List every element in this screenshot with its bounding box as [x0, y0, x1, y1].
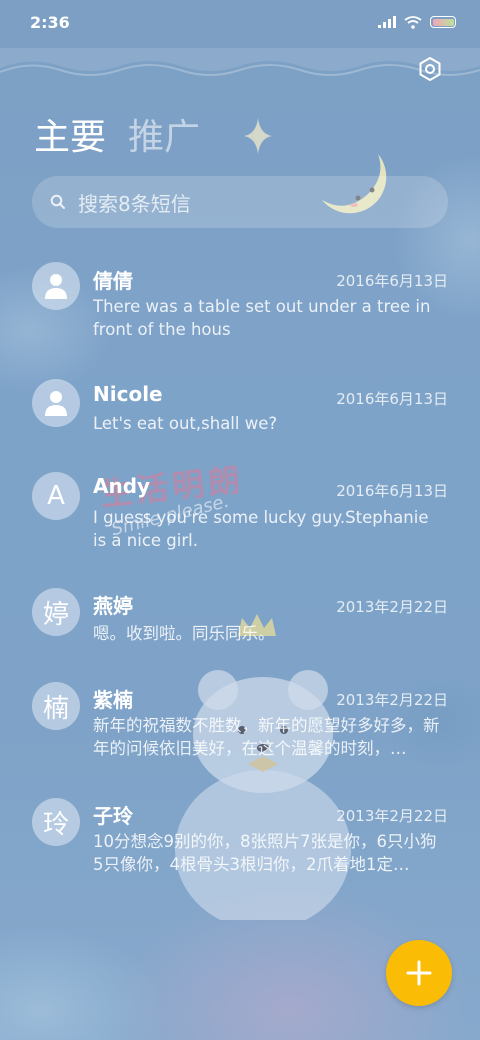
message-preview: 10分想念9别的你，8张照片7张是你，6只小狗5只像你，4根骨头3根归你，2爪着… — [93, 832, 437, 874]
tab-promotions[interactable]: 推广 — [128, 108, 200, 160]
conversation-item[interactable]: 楠 紫楠 2013年2月22日 新年的祝福数不胜数，新年的愿望好多好多，新年的问… — [0, 680, 480, 780]
message-date: 2016年6月13日 — [336, 272, 448, 290]
avatar: 玲 — [32, 798, 80, 846]
message-date: 2016年6月13日 — [336, 482, 448, 500]
search-icon — [50, 194, 65, 209]
message-preview: 新年的祝福数不胜数，新年的愿望好多好多，新年的问候依旧美好，在这个温馨的时刻，… — [93, 716, 440, 758]
tab-bar: 主要 推广 — [34, 108, 200, 160]
avatar: 楠 — [32, 682, 80, 730]
battery-level — [432, 18, 454, 26]
contact-name: 紫楠 — [93, 688, 133, 712]
conversation-item[interactable]: 玲 子玲 2013年2月22日 10分想念9别的你，8张照片7张是你，6只小狗5… — [0, 796, 480, 896]
new-message-button[interactable] — [386, 940, 452, 1006]
wave-decoration — [0, 48, 480, 76]
person-icon — [45, 274, 67, 299]
contact-name: 燕婷 — [93, 594, 133, 618]
search-placeholder: 搜索8条短信 — [78, 191, 191, 216]
contact-name: 倩倩 — [93, 269, 133, 293]
message-preview: 嗯。收到啦。同乐同乐。 — [93, 624, 275, 643]
message-date: 2013年2月22日 — [336, 691, 448, 709]
message-preview: Let's eat out,shall we? — [93, 414, 278, 433]
gear-icon[interactable] — [416, 55, 444, 83]
status-time: 2:36 — [30, 12, 70, 32]
contact-name: 子玲 — [93, 804, 133, 828]
message-preview: I guess you're some lucky guy.Stephanie … — [93, 508, 429, 550]
signal-icon — [378, 16, 396, 28]
status-bar: 2:36 — [0, 0, 480, 44]
message-preview: There was a table set out under a tree i… — [93, 297, 431, 339]
contact-name: Nicole — [93, 382, 163, 406]
message-date: 2013年2月22日 — [336, 598, 448, 616]
tab-primary[interactable]: 主要 — [34, 108, 106, 160]
conversation-item[interactable]: 婷 燕婷 2013年2月22日 嗯。收到啦。同乐同乐。 — [0, 588, 480, 668]
avatar — [32, 379, 80, 427]
message-date: 2016年6月13日 — [336, 390, 448, 408]
conversation-item[interactable]: 倩倩 2016年6月13日 There was a table set out … — [0, 258, 480, 358]
contact-name: Andy — [93, 474, 151, 498]
wifi-icon — [404, 15, 422, 29]
avatar: 婷 — [32, 588, 80, 636]
avatar — [32, 262, 80, 310]
conversation-item[interactable]: A Andy 2016年6月13日 I guess you're some lu… — [0, 472, 480, 572]
conversation-item[interactable]: Nicole 2016年6月13日 Let's eat out,shall we… — [0, 376, 480, 456]
plus-icon — [406, 960, 432, 986]
avatar: A — [32, 472, 80, 520]
search-input[interactable]: 搜索8条短信 — [32, 176, 448, 228]
battery-icon — [430, 16, 456, 28]
status-icons — [378, 15, 456, 29]
person-icon — [45, 391, 67, 416]
message-date: 2013年2月22日 — [336, 807, 448, 825]
sparkle-icon — [244, 118, 272, 154]
